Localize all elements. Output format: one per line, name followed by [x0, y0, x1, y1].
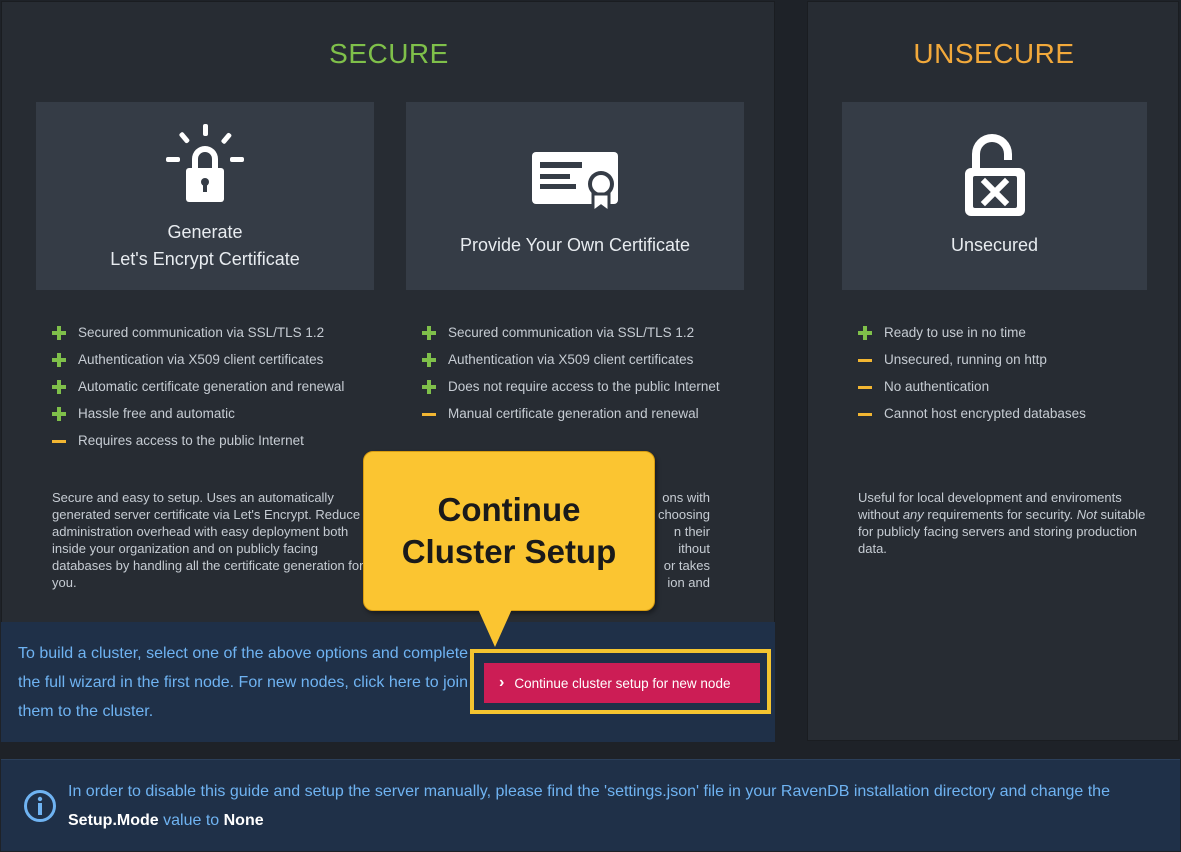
lock-sparkle-icon [166, 124, 244, 202]
cluster-setup-bar: To build a cluster, select one of the ab… [1, 622, 775, 742]
feature-item: No authentication [858, 378, 1158, 395]
minus-icon [858, 353, 872, 367]
feature-item: Automatic certificate generation and ren… [52, 378, 352, 395]
setting-value: None [223, 812, 264, 829]
feature-item: Hassle free and automatic [52, 405, 352, 422]
letsencrypt-description: Secure and easy to setup. Uses an automa… [52, 490, 364, 590]
continue-cluster-setup-label: Continue cluster setup for new node [514, 675, 731, 691]
plus-icon [52, 380, 66, 394]
unsecure-title: UNSECURE [913, 38, 1075, 69]
letsencrypt-option-card[interactable]: Generate Let's Encrypt Certificate [36, 102, 374, 290]
feature-item: Secured communication via SSL/TLS 1.2 [422, 324, 722, 341]
feature-item: Authentication via X509 client certifica… [422, 351, 722, 368]
plus-icon [422, 380, 436, 394]
minus-icon [52, 434, 66, 448]
letsencrypt-label-line1: Generate [167, 222, 243, 242]
plus-icon [52, 353, 66, 367]
plus-icon [422, 353, 436, 367]
minus-icon [858, 380, 872, 394]
callout-pointer [478, 609, 512, 647]
minus-icon [858, 407, 872, 421]
certificate-icon [532, 152, 618, 212]
plus-icon [858, 326, 872, 340]
setting-key: Setup.Mode [68, 812, 159, 829]
secure-title: SECURE [329, 38, 449, 69]
letsencrypt-label-line2: Let's Encrypt Certificate [110, 249, 300, 269]
minus-icon [422, 407, 436, 421]
unsecure-panel: UNSECURE Unsecured Ready to use in no ti… [807, 1, 1179, 741]
unsecured-description: Useful for local development and envirom… [858, 490, 1146, 556]
unsecured-feature-list: Ready to use in no time Unsecured, runni… [858, 324, 1158, 432]
plus-icon [52, 326, 66, 340]
letsencrypt-card-label: Generate Let's Encrypt Certificate [36, 219, 374, 273]
feature-item: Authentication via X509 client certifica… [52, 351, 352, 368]
continue-cluster-setup-button[interactable]: › Continue cluster setup for new node [484, 663, 760, 703]
own-certificate-feature-list: Secured communication via SSL/TLS 1.2 Au… [422, 324, 722, 432]
info-icon [24, 790, 56, 822]
feature-item: Does not require access to the public In… [422, 378, 722, 395]
own-certificate-option-card[interactable]: Provide Your Own Certificate [406, 102, 744, 290]
callout-text: Continue Cluster Setup [401, 491, 617, 570]
continue-cluster-setup-callout: Continue Cluster Setup [363, 451, 655, 611]
feature-item: Unsecured, running on http [858, 351, 1158, 368]
unsecured-option-card[interactable]: Unsecured [842, 102, 1147, 290]
cluster-instructions-link[interactable]: To build a cluster, select one of the ab… [18, 639, 473, 726]
feature-item: Secured communication via SSL/TLS 1.2 [52, 324, 352, 341]
feature-item: Requires access to the public Internet [52, 432, 352, 449]
letsencrypt-feature-list: Secured communication via SSL/TLS 1.2 Au… [52, 324, 352, 459]
feature-item: Cannot host encrypted databases [858, 405, 1158, 422]
own-certificate-card-label: Provide Your Own Certificate [459, 235, 691, 255]
chevron-right-icon: › [499, 674, 505, 691]
manual-setup-guide-bar: In order to disable this guide and setup… [1, 759, 1180, 851]
plus-icon [52, 407, 66, 421]
feature-item: Manual certificate generation and renewa… [422, 405, 722, 422]
manual-setup-guide-text: In order to disable this guide and setup… [68, 783, 1110, 829]
plus-icon [422, 326, 436, 340]
unsecured-card-label: Unsecured [950, 235, 1039, 255]
unlocked-x-icon [965, 134, 1025, 216]
feature-item: Ready to use in no time [858, 324, 1158, 341]
